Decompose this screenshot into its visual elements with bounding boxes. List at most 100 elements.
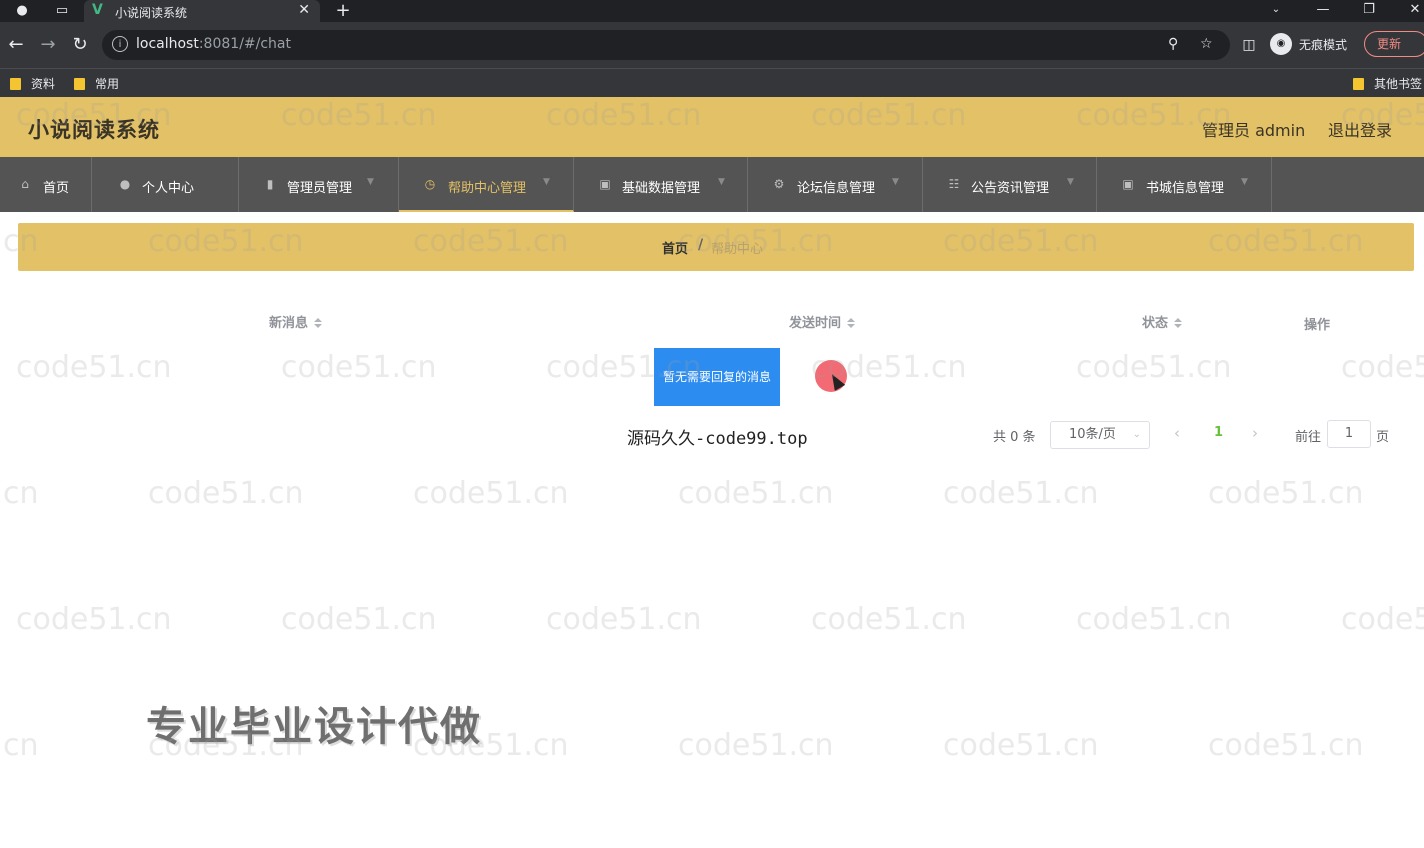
menu-item-admin[interactable]: ▮ 管理员管理 ▼: [239, 157, 399, 212]
chevron-down-icon: ⌄: [1132, 429, 1141, 440]
chevron-down-icon: ▼: [543, 177, 550, 187]
menu-item-label: 个人中心: [142, 181, 195, 196]
url-path: :8081/#/chat: [198, 36, 291, 52]
folder-icon: [74, 78, 85, 90]
menu-item-label: 公告资讯管理: [971, 181, 1050, 196]
breadcrumb-current: 帮助中心: [711, 242, 764, 257]
forward-icon[interactable]: →: [37, 35, 59, 55]
tab-overview-icon[interactable]: ▭: [52, 2, 72, 20]
watermark-text: code51.cn: [1076, 602, 1232, 637]
bookmark-label: 资料: [31, 77, 56, 91]
side-panel-icon[interactable]: ◫: [1238, 35, 1260, 55]
goto-unit: 页: [1376, 430, 1390, 445]
menu-item-label: 管理员管理: [287, 181, 353, 196]
home-icon: ⌂: [21, 177, 29, 191]
watermark-text: code51.cn: [281, 602, 437, 637]
bookmarks-bar: 资料 常用 其他书签: [0, 68, 1424, 97]
bookmark-folder-changyong[interactable]: 常用: [74, 75, 119, 92]
menu-item-home[interactable]: ⌂ 首页: [0, 157, 92, 212]
incognito-label: 无痕模式: [1299, 38, 1348, 52]
empty-table-text: 暂无需要回复的消息: [654, 348, 780, 406]
watermark-text: code51.cn: [1208, 728, 1364, 763]
tab-search-icon[interactable]: ⌄: [1261, 0, 1291, 20]
column-label: 发送时间: [789, 316, 842, 331]
chevron-down-icon: ▼: [1241, 177, 1248, 187]
watermark-text: code51.cn: [943, 728, 1099, 763]
menu-item-label: 基础数据管理: [622, 181, 701, 196]
monitor-icon: ▣: [1122, 177, 1134, 191]
incognito-globe-icon[interactable]: ●: [12, 2, 32, 20]
watermark-text: code51.cn: [1208, 476, 1364, 511]
breadcrumb: 首页 / 帮助中心: [18, 223, 1414, 271]
column-header-actions: 操作: [1304, 318, 1331, 333]
bookmark-folder-ziliao[interactable]: 资料: [10, 75, 55, 92]
update-button[interactable]: 更新: [1364, 31, 1424, 57]
browser-tab[interactable]: V 小说阅读系统 ✕: [84, 0, 320, 22]
column-label: 状态: [1142, 316, 1169, 331]
menu-item-forum[interactable]: ⚙ 论坛信息管理 ▼: [748, 157, 923, 212]
site-info-icon[interactable]: i: [112, 36, 128, 52]
menu-item-label: 书城信息管理: [1146, 181, 1225, 196]
menu-item-base-data[interactable]: ▣ 基础数据管理 ▼: [574, 157, 748, 212]
sort-caret-icon[interactable]: [1174, 318, 1183, 328]
watermark-text: code51.cn: [943, 476, 1099, 511]
goto-page-input[interactable]: 1: [1327, 420, 1371, 448]
url-text: localhost:8081/#/chat: [136, 36, 291, 52]
watermark-text: code51.cn: [16, 602, 172, 637]
goto-label: 前往: [1295, 430, 1322, 445]
browser-tabbar: ● ▭ V 小说阅读系统 ✕ + ⌄ — ❐ ✕: [0, 0, 1424, 22]
other-bookmarks[interactable]: 其他书签: [1353, 75, 1422, 92]
main-menu: ⌂ 首页 ● 个人中心 ▮ 管理员管理 ▼ ◷ 帮助中心管理 ▼ ▣ 基础数据管…: [0, 157, 1424, 212]
logout-button[interactable]: 退出登录: [1328, 117, 1392, 141]
site-watermark-text: 源码久久-code99.top: [627, 429, 808, 449]
watermark-text: code51.cn: [0, 728, 39, 763]
column-header-status[interactable]: 状态: [1142, 312, 1183, 331]
page-size-value: 10条/页: [1069, 427, 1116, 442]
vue-logo-icon: V: [92, 2, 103, 18]
current-user: 管理员 admin: [1202, 121, 1306, 140]
prev-page-icon[interactable]: ‹: [1174, 424, 1180, 442]
url-host: localhost: [136, 36, 199, 52]
menu-item-profile[interactable]: ● 个人中心: [92, 157, 239, 212]
promo-banner-text: 专业毕业设计代做: [146, 704, 482, 750]
key-icon[interactable]: ⚲: [1168, 36, 1178, 52]
menu-item-label: 帮助中心管理: [448, 181, 527, 196]
user-icon: ●: [119, 177, 131, 191]
address-bar: ← → ↻ i localhost:8081/#/chat ⚲ ☆ ◫ ◉ 无痕…: [0, 22, 1424, 68]
page-size-select[interactable]: 10条/页 ⌄: [1050, 421, 1150, 449]
menu-item-notice[interactable]: ☷ 公告资讯管理 ▼: [923, 157, 1097, 212]
menu-item-help-center[interactable]: ◷ 帮助中心管理 ▼: [399, 157, 574, 212]
new-tab-icon[interactable]: +: [333, 2, 353, 20]
column-label: 新消息: [269, 316, 309, 331]
sort-caret-icon[interactable]: [847, 318, 856, 328]
menu-item-bookstore[interactable]: ▣ 书城信息管理 ▼: [1097, 157, 1272, 212]
clock-icon: ◷: [424, 177, 436, 191]
tab-close-icon[interactable]: ✕: [298, 2, 310, 18]
column-header-send-time[interactable]: 发送时间: [789, 312, 856, 331]
restore-icon[interactable]: ❐: [1354, 0, 1384, 20]
incognito-icon: ◉: [1270, 33, 1292, 55]
minimize-icon[interactable]: —: [1308, 0, 1338, 20]
settings-icon: ⚙: [773, 177, 785, 191]
column-header-new-message[interactable]: 新消息: [269, 312, 323, 331]
sort-caret-icon[interactable]: [314, 318, 323, 328]
watermark-text: code51.cn: [678, 728, 834, 763]
bookmark-star-icon[interactable]: ☆: [1200, 36, 1213, 52]
breadcrumb-separator: /: [698, 237, 704, 253]
menu-item-label: 论坛信息管理: [797, 181, 876, 196]
watermark-text: code51.cn: [0, 476, 39, 511]
watermark-text: code51.cn: [148, 476, 304, 511]
breadcrumb-home[interactable]: 首页: [662, 238, 688, 257]
window-close-icon[interactable]: ✕: [1400, 0, 1424, 20]
next-page-icon[interactable]: ›: [1252, 424, 1258, 442]
back-icon[interactable]: ←: [5, 35, 27, 55]
url-field[interactable]: i localhost:8081/#/chat ⚲ ☆: [102, 30, 1230, 60]
chevron-down-icon: ▼: [367, 177, 374, 187]
watermark-text: code51.cn: [678, 476, 834, 511]
menu-item-label: 首页: [43, 181, 70, 196]
tab-title: 小说阅读系统: [115, 6, 188, 20]
folder-icon: [1353, 78, 1364, 90]
page-number-current[interactable]: 1: [1214, 425, 1223, 440]
reload-icon[interactable]: ↻: [69, 35, 91, 55]
chevron-down-icon: ▼: [718, 177, 725, 187]
